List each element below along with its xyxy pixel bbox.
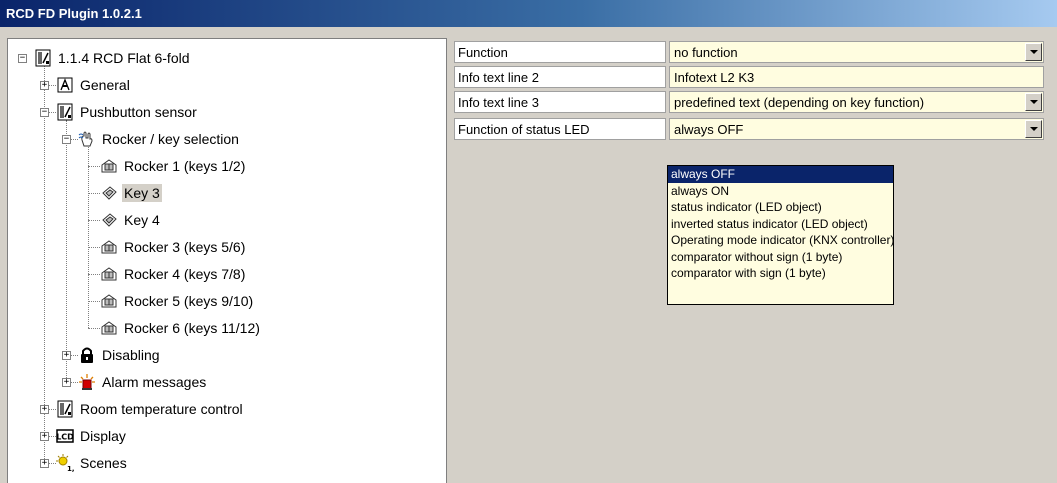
- alarm-icon: [78, 373, 96, 391]
- tree-item-label: Display: [80, 428, 126, 444]
- tree-connector: [88, 166, 100, 167]
- rocker-icon: [100, 319, 118, 337]
- general-icon: [56, 76, 74, 94]
- param-value: Infotext L2 K3: [674, 70, 755, 85]
- collapse-icon[interactable]: −: [62, 135, 71, 144]
- key-icon: [100, 211, 118, 229]
- tree-item-room-temperature-control[interactable]: Room temperature control: [56, 397, 245, 421]
- scenes-icon: 1,2: [56, 454, 74, 472]
- param-label-info-text-line-3: Info text line 3: [454, 91, 666, 113]
- rocker-icon: [100, 238, 118, 256]
- tree-item-label: Key 4: [124, 212, 160, 228]
- tree-item-label: Disabling: [102, 347, 160, 363]
- rocker-icon: [100, 265, 118, 283]
- dropdown-option-always-on[interactable]: always ON: [668, 183, 893, 200]
- window-title: RCD FD Plugin 1.0.2.1: [6, 6, 142, 21]
- device-icon: [56, 400, 74, 418]
- tree-item-label: Rocker 3 (keys 5/6): [124, 239, 246, 255]
- tree-connector: [88, 328, 100, 329]
- tree-item-rocker-5-keys-9-10[interactable]: Rocker 5 (keys 9/10): [100, 289, 255, 313]
- tree-item-rocker-key-selection[interactable]: Rocker / key selection: [78, 127, 241, 151]
- dropdown-option-comparator-with-sign-1-byte[interactable]: comparator with sign (1 byte): [668, 265, 893, 282]
- lcd-icon: LCD: [56, 427, 74, 445]
- expand-icon[interactable]: +: [40, 459, 49, 468]
- tree-item-label: Rocker / key selection: [102, 131, 239, 147]
- svg-text:1,2: 1,2: [67, 465, 74, 472]
- tree-item-rocker-4-keys-7-8[interactable]: Rocker 4 (keys 7/8): [100, 262, 247, 286]
- lock-icon: [78, 346, 96, 364]
- key-icon: [100, 184, 118, 202]
- param-value: always OFF: [674, 122, 744, 137]
- chevron-down-icon[interactable]: [1025, 120, 1042, 138]
- dropdown-option-comparator-without-sign-1-byte[interactable]: comparator without sign (1 byte): [668, 249, 893, 266]
- tree-item-label: Rocker 1 (keys 1/2): [124, 158, 246, 174]
- svg-text:LCD: LCD: [56, 433, 74, 442]
- param-select-function[interactable]: no function: [669, 41, 1044, 63]
- expand-icon[interactable]: +: [62, 351, 71, 360]
- tree-item-disabling[interactable]: Disabling: [78, 343, 162, 367]
- dropdown-option-inverted-status-indicator-led-object[interactable]: inverted status indicator (LED object): [668, 216, 893, 233]
- expand-icon[interactable]: +: [62, 378, 71, 387]
- tree-item-label: 1.1.4 RCD Flat 6-fold: [58, 50, 190, 66]
- param-label-function-of-status-led: Function of status LED: [454, 118, 666, 140]
- tree-item-key-4[interactable]: Key 4: [100, 208, 162, 232]
- tree-item-scenes[interactable]: 1,2 Scenes: [56, 451, 129, 475]
- expand-icon[interactable]: +: [40, 405, 49, 414]
- tree-item-label: Room temperature control: [80, 401, 243, 417]
- status-led-dropdown-list[interactable]: always OFF always ON status indicator (LED…: [667, 165, 894, 305]
- rocker-icon: [100, 157, 118, 175]
- expand-icon[interactable]: +: [40, 432, 49, 441]
- param-value: no function: [674, 45, 738, 60]
- tree-item-rocker-6-keys-11-12[interactable]: Rocker 6 (keys 11/12): [100, 316, 262, 340]
- tree-item-label: Pushbutton sensor: [80, 104, 197, 120]
- collapse-icon[interactable]: −: [18, 54, 27, 63]
- rocker-icon: [100, 292, 118, 310]
- tree-connector: [66, 120, 67, 382]
- dropdown-option-operating-mode-indicator-knx-controller[interactable]: Operating mode indicator (KNX controller…: [668, 232, 894, 249]
- tree-item-key-3[interactable]: Key 3: [100, 181, 162, 205]
- chevron-down-icon[interactable]: [1025, 43, 1042, 61]
- expand-icon[interactable]: +: [40, 81, 49, 90]
- tree-item-display[interactable]: LCD Display: [56, 424, 128, 448]
- tree-item-label: Key 3: [122, 184, 162, 202]
- hand-icon: [78, 130, 96, 148]
- tree-item-label: Rocker 6 (keys 11/12): [124, 320, 260, 336]
- tree-item-label: Alarm messages: [102, 374, 207, 390]
- chevron-down-icon[interactable]: [1025, 93, 1042, 111]
- tree-item-general[interactable]: General: [56, 73, 132, 97]
- tree-item-alarm-messages[interactable]: Alarm messages: [78, 370, 208, 394]
- param-select-function-of-status-led[interactable]: always OFF: [669, 118, 1044, 140]
- tree-connector: [88, 274, 100, 275]
- param-label-function: Function: [454, 41, 666, 63]
- param-label-info-text-line-2: Info text line 2: [454, 66, 666, 88]
- tree-connector: [88, 301, 100, 302]
- device-icon: [56, 103, 74, 121]
- tree-item-label: Rocker 5 (keys 9/10): [124, 293, 254, 309]
- title-bar: RCD FD Plugin 1.0.2.1: [0, 0, 1057, 27]
- tree-connector: [88, 220, 100, 221]
- tree-item-label: Scenes: [80, 455, 127, 471]
- collapse-icon[interactable]: −: [40, 108, 49, 117]
- tree-item-rocker-3-keys-5-6[interactable]: Rocker 3 (keys 5/6): [100, 235, 247, 259]
- tree-connector: [88, 247, 100, 248]
- device-icon: [34, 49, 52, 67]
- dropdown-option-always-off[interactable]: always OFF: [668, 166, 893, 183]
- param-value: predefined text (depending on key functi…: [674, 95, 925, 110]
- tree-item-label: Rocker 4 (keys 7/8): [124, 266, 246, 282]
- tree-pane[interactable]: − 1.1.4 RCD Flat 6-fold + General − Pushbutto…: [7, 38, 447, 483]
- tree-item-1-1-4-rcd-flat-6-fold[interactable]: 1.1.4 RCD Flat 6-fold: [34, 46, 192, 70]
- tree-item-rocker-1-keys-1-2[interactable]: Rocker 1 (keys 1/2): [100, 154, 247, 178]
- dropdown-option-status-indicator-led-object[interactable]: status indicator (LED object): [668, 199, 893, 216]
- tree-item-pushbutton-sensor[interactable]: Pushbutton sensor: [56, 100, 199, 124]
- param-select-info-text-line-3[interactable]: predefined text (depending on key functi…: [669, 91, 1044, 113]
- param-input-info-text-line-2[interactable]: Infotext L2 K3: [669, 66, 1044, 88]
- tree-connector: [88, 193, 100, 194]
- tree-item-label: General: [80, 77, 130, 93]
